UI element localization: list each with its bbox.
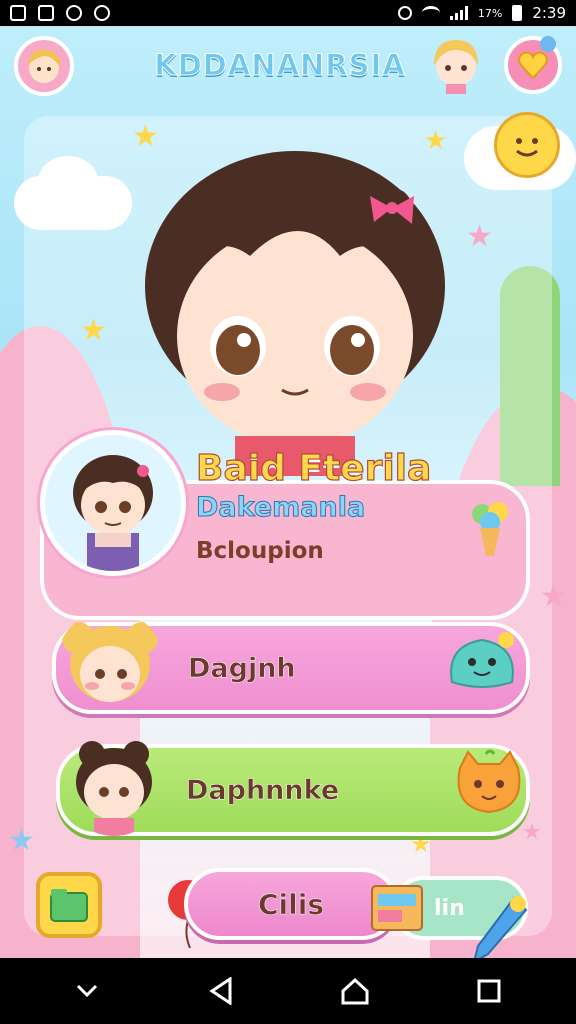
friend-avatar-button[interactable] [424,32,488,96]
book-icon [368,880,426,936]
blonde-girl-avatar-icon [434,40,478,94]
list-item-label: Daphnnke [186,774,340,806]
pencil-icon[interactable] [470,894,530,958]
star-icon: ★ [466,219,493,254]
app-title: KDDANANRSIA [154,48,406,83]
image-icon [10,5,26,21]
main-action-button[interactable]: Cilis [184,868,398,940]
notification-icons [10,5,110,21]
orange-cat-icon [450,748,528,818]
ice-cream-icon [468,500,512,560]
profile-button[interactable] [14,36,74,96]
notification-dot [540,36,556,52]
blonde-bear-girl-icon [62,622,158,702]
slime-monster-icon [444,626,520,696]
star-icon: ★ [522,820,542,845]
folder-button[interactable] [36,872,102,938]
secondary-action-label: lin [434,895,465,921]
girl-portrait-icon [73,455,153,571]
messenger-icon [94,5,110,21]
profile-subtitle: Dakemanla [195,492,366,524]
folder-icon [50,889,88,922]
chevron-down-icon[interactable] [57,966,117,1016]
home-icon[interactable] [325,966,385,1016]
main-character-illustration [145,151,445,476]
star-icon: ★ [8,823,35,858]
heart-icon [518,51,548,79]
signal-icon [449,6,468,20]
battery-percent: 17% [477,6,503,20]
status-bar: 17% 2:39 [0,0,576,26]
bun-hair-girl-icon [76,741,152,836]
profile-name: Baid Fterila [195,447,432,489]
system-nav-bar [0,958,576,1024]
list-item-label: Dagjnh [188,652,296,684]
list-item-avatar [56,610,164,718]
alarm-icon [397,6,412,20]
recents-icon[interactable] [459,966,519,1016]
wifi-icon [421,6,440,20]
list-item-avatar [62,732,166,836]
smiley-cat-icon [516,138,538,157]
battery-icon [512,5,523,21]
profile-description: Bcloupion [196,538,324,564]
star-icon: ★ [540,579,567,614]
back-icon[interactable] [191,966,251,1016]
star-icon: ★ [80,313,107,348]
instagram-icon [66,5,82,21]
app-screen: ★ ★ ★ ★ ★ ★ ★ ★ ★ KDDANANRSIA [0,26,576,958]
photo-icon [38,5,54,21]
main-action-label: Cilis [257,887,325,921]
clock: 2:39 [532,4,566,22]
girl-avatar-icon [28,49,61,83]
profile-avatar[interactable] [40,430,186,576]
emoji-sticker-button[interactable] [494,112,560,178]
system-icons: 17% 2:39 [397,4,566,22]
